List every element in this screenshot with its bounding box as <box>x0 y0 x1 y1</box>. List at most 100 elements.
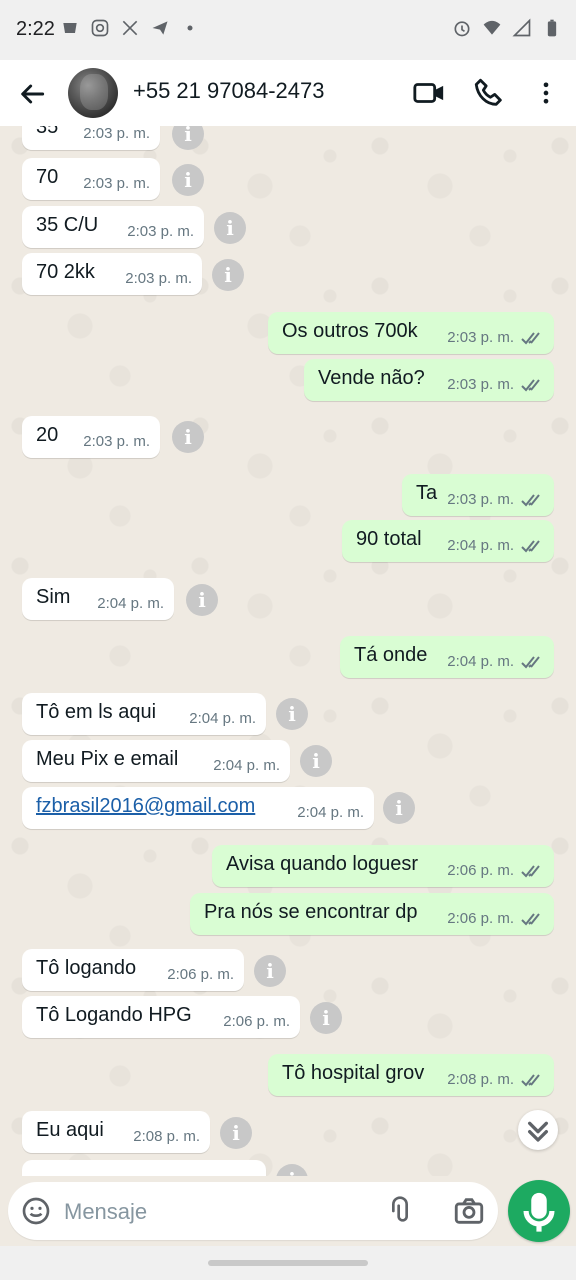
message-time: 2:08 p. m. <box>133 1128 200 1145</box>
message-outgoing: 90 total 2:04 p. m. <box>342 520 554 562</box>
info-icon[interactable]: i <box>186 584 218 616</box>
message-time: 2:04 p. m. <box>189 710 256 727</box>
message-text: 90 total <box>356 528 422 550</box>
alarm-icon <box>454 21 470 37</box>
message-input[interactable] <box>62 1196 366 1228</box>
message-time: 2:04 p. m. <box>213 757 280 774</box>
double-check-icon <box>521 379 540 392</box>
message-time: 2:04 p. m. <box>447 537 514 554</box>
message-incoming: 35 C/U 2:03 p. m. <box>22 206 204 248</box>
status-time: 2:22 <box>16 18 55 40</box>
message-text: 35 C/U <box>36 214 99 236</box>
info-icon[interactable]: i <box>254 955 286 987</box>
email-link[interactable]: fzbrasil2016@gmail.com <box>36 795 255 818</box>
message-incoming: Sim 2:04 p. m. <box>22 578 174 620</box>
message-incoming: 35 2:03 p. m. <box>22 126 160 150</box>
message-text: Pra nós se encontrar dp <box>204 901 418 923</box>
info-icon[interactable]: i <box>172 164 204 196</box>
message-time: 2:04 p. m. <box>97 595 164 612</box>
more-vertical-icon[interactable] <box>532 76 560 110</box>
message-composer <box>8 1182 498 1240</box>
double-check-icon <box>521 494 540 507</box>
wifi-icon <box>483 20 501 35</box>
message-text: Os outros 700k <box>282 320 418 342</box>
message-time: 2:06 p. m. <box>447 910 514 927</box>
message-time: 2:08 p. m. <box>447 1071 514 1088</box>
info-icon[interactable]: i <box>172 421 204 453</box>
message-outgoing: Ta 2:03 p. m. <box>402 474 554 516</box>
message-text: Avisa quando loguesr <box>226 853 418 875</box>
status-bar: 2:22 <box>0 0 576 60</box>
message-time: 2:04 p. m. <box>447 653 514 670</box>
message-time: 2:03 p. m. <box>125 270 192 287</box>
sticker-icon[interactable] <box>20 1195 52 1227</box>
message-incoming: 20 2:03 p. m. <box>22 416 160 458</box>
message-incoming-partial <box>22 1160 266 1176</box>
message-time: 2:03 p. m. <box>447 491 514 508</box>
contact-avatar[interactable] <box>68 68 118 118</box>
info-icon[interactable]: i <box>172 126 204 150</box>
message-time: 2:03 p. m. <box>447 329 514 346</box>
double-check-icon <box>521 332 540 345</box>
message-incoming: Eu aqui 2:08 p. m. <box>22 1111 210 1153</box>
mic-button[interactable] <box>508 1180 570 1242</box>
home-gesture-bar[interactable] <box>208 1260 368 1266</box>
message-outgoing: Os outros 700k 2:03 p. m. <box>268 312 554 354</box>
message-outgoing: Tá onde 2:04 p. m. <box>340 636 554 678</box>
info-icon[interactable]: i <box>276 1164 308 1176</box>
info-icon[interactable]: i <box>212 259 244 291</box>
paperclip-icon[interactable] <box>384 1194 416 1228</box>
camera-icon[interactable] <box>452 1194 486 1228</box>
mic-icon <box>523 1192 555 1232</box>
message-text: Tô Logando HPG <box>36 1004 192 1026</box>
chat-header: +55 21 97084-2473 <box>0 60 576 127</box>
message-outgoing: Tô hospital grov 2:08 p. m. <box>268 1054 554 1096</box>
message-incoming: Meu Pix e email 2:04 p. m. <box>22 740 290 782</box>
status-icons-right <box>452 18 562 38</box>
message-text: 20 <box>36 424 59 446</box>
message-text: Tá onde <box>354 644 428 666</box>
message-text: Vende não? <box>318 367 425 389</box>
info-icon[interactable]: i <box>310 1002 342 1034</box>
info-icon[interactable]: i <box>300 745 332 777</box>
message-time: 2:03 p. m. <box>127 223 194 240</box>
message-text: Tô em ls aqui <box>36 701 157 723</box>
phone-icon[interactable] <box>472 76 506 110</box>
info-icon[interactable]: i <box>276 698 308 730</box>
message-time: 2:04 p. m. <box>297 804 364 821</box>
double-check-icon <box>521 540 540 553</box>
message-text: Eu aqui <box>36 1119 104 1141</box>
message-text: 35 <box>36 126 59 138</box>
message-outgoing: Avisa quando loguesr 2:06 p. m. <box>212 845 554 887</box>
message-text: 70 2kk <box>36 261 95 283</box>
signal-icon <box>512 18 531 37</box>
discord-icon <box>63 23 77 33</box>
info-icon[interactable]: i <box>383 792 415 824</box>
status-icons-left <box>60 18 200 38</box>
message-text: Meu Pix e email <box>36 748 179 770</box>
contact-name[interactable]: +55 21 97084-2473 <box>133 78 324 104</box>
message-incoming: Tô Logando HPG 2:06 p. m. <box>22 996 300 1038</box>
video-call-icon[interactable] <box>412 76 446 110</box>
back-arrow-icon[interactable] <box>16 78 48 110</box>
message-time: 2:03 p. m. <box>83 175 150 192</box>
double-check-icon <box>521 865 540 878</box>
message-text: Tô logando <box>36 957 137 979</box>
double-chevron-down-icon <box>528 1121 548 1142</box>
cross-tools-icon <box>122 20 138 36</box>
double-check-icon <box>521 656 540 669</box>
info-icon[interactable]: i <box>214 212 246 244</box>
message-time: 2:03 p. m. <box>83 433 150 450</box>
message-time: 2:03 p. m. <box>447 376 514 393</box>
message-incoming: fzbrasil2016@gmail.com 2:04 p. m. <box>22 787 374 829</box>
double-check-icon <box>521 913 540 926</box>
message-time: 2:06 p. m. <box>447 862 514 879</box>
info-icon[interactable]: i <box>220 1117 252 1149</box>
message-incoming: 70 2:03 p. m. <box>22 158 160 200</box>
message-incoming: 70 2kk 2:03 p. m. <box>22 253 202 295</box>
scroll-down-button[interactable] <box>518 1110 558 1150</box>
message-text: Tô hospital grov <box>282 1062 425 1084</box>
message-outgoing: Pra nós se encontrar dp 2:06 p. m. <box>190 893 554 935</box>
message-incoming: Tô logando 2:06 p. m. <box>22 949 244 991</box>
battery-icon <box>547 19 557 37</box>
